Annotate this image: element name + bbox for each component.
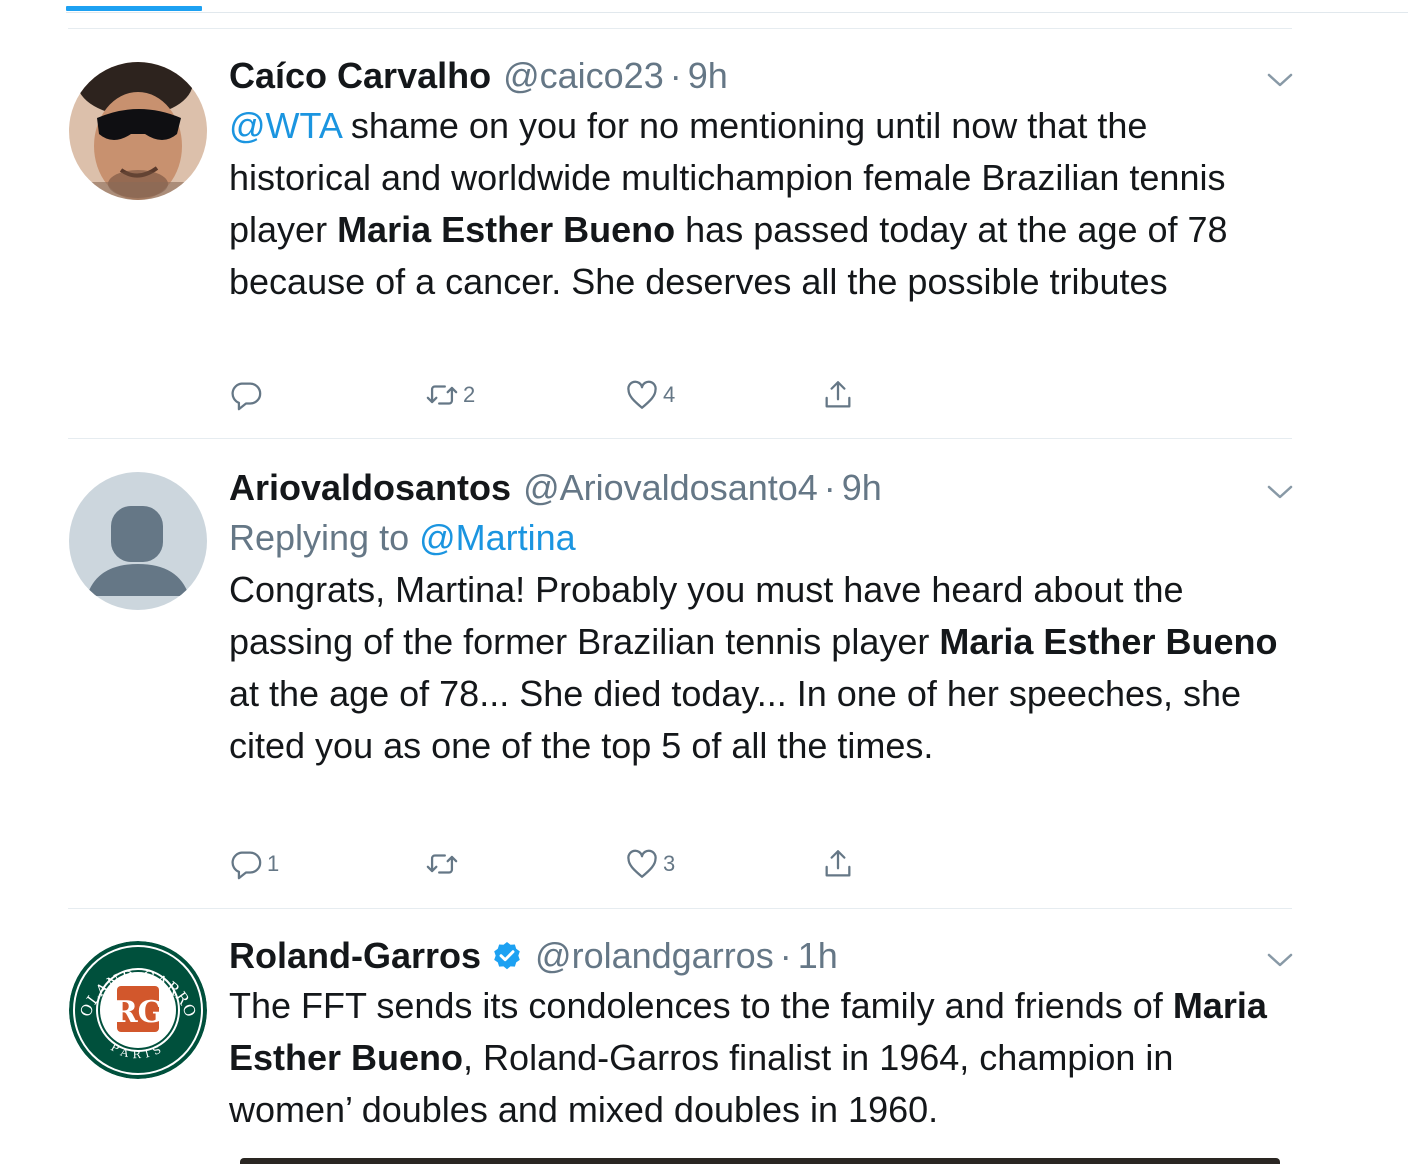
like-count: 3 — [663, 851, 676, 876]
tweet-header: Caíco Carvalho @caico23 · 9h — [229, 52, 1297, 100]
like-count: 4 — [663, 382, 676, 407]
like-button[interactable]: 4 — [625, 375, 675, 415]
user-handle[interactable]: @caico23 — [503, 52, 664, 100]
mention-link[interactable]: @WTA — [229, 105, 341, 146]
tweet-divider — [68, 28, 1292, 29]
chevron-down-icon[interactable] — [1266, 70, 1294, 90]
user-handle[interactable]: @Ariovaldosanto4 — [523, 464, 818, 512]
media-preview-edge[interactable] — [240, 1158, 1280, 1164]
share-button[interactable] — [821, 375, 855, 415]
reply-count: 1 — [267, 851, 280, 876]
reply-button[interactable]: 1 — [229, 844, 279, 884]
tweet-text: @WTA shame on you for no mentioning unti… — [229, 100, 1297, 308]
tweet-actions: 2 4 — [229, 375, 869, 415]
share-button[interactable] — [821, 844, 855, 884]
avatar[interactable] — [69, 472, 207, 610]
avatar[interactable]: ROLAND GARROS PARIS RG — [69, 941, 207, 1079]
heart-icon — [627, 380, 657, 409]
reply-icon — [231, 382, 262, 411]
reply-icon — [231, 851, 262, 880]
tab-bar-divider — [66, 12, 1408, 13]
retweet-icon — [426, 385, 458, 405]
tweet-text-part: at the age of 78... She died today... In… — [229, 673, 1242, 766]
display-name[interactable]: Caíco Carvalho — [229, 52, 491, 100]
tweet-text-part: The FFT sends its condolences to the fam… — [229, 985, 1173, 1026]
verified-badge-icon — [494, 942, 520, 970]
separator: · — [823, 467, 836, 508]
tweet-content: Caíco Carvalho @caico23 · 9h @WTA shame … — [229, 52, 1297, 308]
display-name[interactable]: Ariovaldosantos — [229, 464, 511, 512]
active-tab-indicator — [66, 6, 202, 11]
replying-label: Replying to — [229, 517, 420, 558]
tweet-header: Ariovaldosantos @Ariovaldosanto4 · 9h — [229, 464, 1297, 512]
heart-icon — [627, 849, 657, 878]
retweet-button[interactable]: 2 — [425, 375, 475, 415]
avatar[interactable] — [69, 62, 207, 200]
avatar-photo — [69, 62, 207, 200]
tweet-actions: 1 3 — [229, 844, 869, 884]
svg-text:RG: RG — [113, 995, 164, 1030]
bold-text: Maria Esther Bueno — [337, 209, 676, 250]
chevron-down-icon[interactable] — [1266, 950, 1294, 970]
tweet-divider — [68, 908, 1292, 909]
tweet-content: Ariovaldosantos @Ariovaldosanto4 · 9h Re… — [229, 464, 1297, 772]
mention-link[interactable]: @Martina — [419, 517, 576, 558]
tweet-header: Roland-Garros @rolandgarros · 1h — [229, 932, 1297, 980]
replying-to: Replying to @Martina — [229, 512, 1297, 564]
timestamp[interactable]: 9h — [688, 52, 728, 100]
tweet-text: Congrats, Martina! Probably you must hav… — [229, 564, 1297, 772]
timestamp[interactable]: 1h — [798, 932, 838, 980]
share-icon — [825, 850, 851, 877]
bold-text: Maria Esther Bueno — [939, 621, 1278, 662]
user-handle[interactable]: @rolandgarros — [535, 932, 774, 980]
like-button[interactable]: 3 — [625, 844, 675, 884]
tweet-text: The FFT sends its condolences to the fam… — [229, 980, 1297, 1136]
timestamp[interactable]: 9h — [842, 464, 882, 512]
retweet-count: 2 — [463, 382, 476, 407]
share-icon — [825, 381, 851, 408]
separator: · — [779, 935, 792, 976]
reply-button[interactable] — [229, 375, 267, 415]
tweet-divider — [68, 438, 1292, 439]
chevron-down-icon[interactable] — [1266, 482, 1294, 502]
roland-garros-logo: ROLAND GARROS PARIS RG — [69, 941, 207, 1079]
tweet-content: Roland-Garros @rolandgarros · 1h The FFT… — [229, 932, 1297, 1136]
retweet-button[interactable] — [425, 844, 463, 884]
retweet-icon — [426, 854, 458, 874]
default-avatar-icon — [69, 472, 207, 610]
separator: · — [669, 55, 682, 96]
display-name[interactable]: Roland-Garros — [229, 932, 481, 980]
